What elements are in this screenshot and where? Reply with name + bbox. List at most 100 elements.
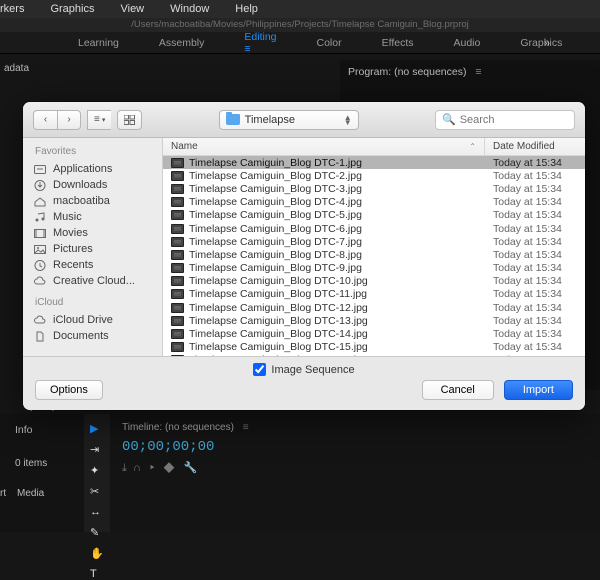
file-row[interactable]: Timelapse Camiguin_Blog DTC-4.jpgToday a… (163, 196, 585, 209)
slip-tool-icon[interactable]: ↔ (90, 506, 104, 518)
ripple-edit-tool-icon[interactable]: ✦ (90, 464, 104, 477)
type-tool-icon[interactable]: T (90, 568, 104, 580)
file-row[interactable]: Timelapse Camiguin_Blog DTC-15.jpgToday … (163, 341, 585, 354)
jpg-file-icon (171, 197, 184, 207)
workspace-tabs: Learning Assembly Editing ≡ Color Effects Aud… (0, 32, 600, 54)
sidebar-item[interactable]: Applications (23, 161, 162, 177)
sidebar-item[interactable]: Downloads (23, 177, 162, 193)
workspace-tab[interactable]: Graphics (520, 37, 562, 49)
jpg-file-icon (171, 171, 184, 181)
sidebar-item[interactable]: macboatiba (23, 193, 162, 209)
menubar-item[interactable]: View (120, 3, 144, 15)
snap-icon[interactable]: ∩ (133, 462, 141, 474)
file-name-label: Timelapse Camiguin_Blog DTC-8.jpg (189, 249, 362, 261)
file-date-label: Today at 15:34 (485, 183, 585, 195)
search-input[interactable] (460, 114, 568, 126)
panel-menu-icon[interactable]: ≡ (475, 66, 481, 78)
file-name-label: Timelapse Camiguin_Blog DTC-4.jpg (189, 196, 362, 208)
file-row[interactable]: Timelapse Camiguin_Blog DTC-14.jpgToday … (163, 327, 585, 340)
workspace-tab[interactable]: Editing ≡ (244, 31, 276, 55)
import-dialog: ‹ › ≡ ▾ Timelapse ▲▼ 🔍 Favorites Applica… (23, 102, 585, 410)
sidebar-item-label: Creative Cloud... (53, 275, 135, 287)
workspace-tab[interactable]: Audio (454, 37, 481, 49)
timeline-options-row: ⤓ ∩ ▸ ◆ 🔧 (122, 461, 588, 475)
workspace-tab[interactable]: Color (317, 37, 342, 49)
menubar-item[interactable]: Graphics (50, 3, 94, 15)
folder-path-popup[interactable]: Timelapse ▲▼ (219, 110, 359, 130)
file-date-label: Today at 15:34 (485, 209, 585, 221)
file-row[interactable]: Timelapse Camiguin_Blog DTC-10.jpgToday … (163, 275, 585, 288)
file-name-label: Timelapse Camiguin_Blog DTC-3.jpg (189, 183, 362, 195)
column-header-name-label: Name (171, 141, 198, 152)
sort-indicator-icon: ⌃ (469, 142, 476, 151)
selection-tool-icon[interactable]: ▶ (90, 422, 104, 435)
pen-tool-icon[interactable]: ✎ (90, 526, 104, 539)
file-row[interactable]: Timelapse Camiguin_Blog DTC-5.jpgToday a… (163, 209, 585, 222)
tools-panel: ▶ ⇥ ✦ ✂ ↔ ✎ ✋ T (84, 414, 110, 532)
sidebar-item[interactable]: Creative Cloud... (23, 273, 162, 289)
jpg-file-icon (171, 316, 184, 326)
workspace-tab[interactable]: Assembly (159, 37, 205, 49)
import-button[interactable]: Import (504, 380, 573, 400)
media-tab-label[interactable]: Media (17, 488, 44, 499)
image-sequence-option[interactable]: Image Sequence (23, 363, 585, 376)
menubar-item[interactable]: Window (170, 3, 209, 15)
razor-tool-icon[interactable]: ✂ (90, 485, 104, 498)
view-mode-list-button[interactable]: ≡ ▾ (87, 110, 111, 130)
file-row[interactable]: Timelapse Camiguin_Blog DTC-2.jpgToday a… (163, 169, 585, 182)
sidebar-item[interactable]: Documents (23, 328, 162, 344)
sidebar-item[interactable]: Music (23, 209, 162, 225)
timeline-timecode[interactable]: 00;00;00;00 (122, 439, 588, 455)
menubar-item[interactable]: rkers (0, 3, 24, 15)
column-header-date[interactable]: Date Modified (485, 138, 585, 155)
file-row[interactable]: Timelapse Camiguin_Blog DTC-7.jpgToday a… (163, 235, 585, 248)
track-select-tool-icon[interactable]: ⇥ (90, 443, 104, 456)
file-row[interactable]: Timelapse Camiguin_Blog DTC-9.jpgToday a… (163, 262, 585, 275)
file-row[interactable]: Timelapse Camiguin_Blog DTC-1.jpgToday a… (163, 156, 585, 169)
sidebar-item-label: iCloud Drive (53, 314, 113, 326)
workspace-tab[interactable]: Learning (78, 37, 119, 49)
jpg-file-icon (171, 289, 184, 299)
settings-icon[interactable]: 🔧 (184, 462, 198, 474)
insert-icon[interactable]: ⤓ (122, 462, 127, 474)
sidebar-item[interactable]: Movies (23, 225, 162, 241)
sidebar-item[interactable]: iCloud Drive (23, 312, 162, 328)
file-row[interactable]: Timelapse Camiguin_Blog DTC-8.jpgToday a… (163, 248, 585, 261)
file-row[interactable]: Timelapse Camiguin_Blog DTC-12.jpgToday … (163, 301, 585, 314)
file-row[interactable]: Timelapse Camiguin_Blog DTC-3.jpg Today a… (163, 182, 585, 195)
file-row[interactable]: Timelapse Camiguin_Blog DTC-13.jpgToday … (163, 314, 585, 327)
project-path: /Users/macboatiba/Movies/Philippines/Pro… (0, 18, 600, 32)
updown-icon: ▲▼ (344, 115, 352, 125)
file-name-label: Timelapse Camiguin_Blog DTC-12.jpg (189, 302, 368, 314)
sidebar-item[interactable]: Recents (23, 257, 162, 273)
menubar-item[interactable]: Help (235, 3, 258, 15)
search-icon: 🔍 (442, 113, 456, 126)
sidebar-item-label: Music (53, 211, 82, 223)
markers-icon[interactable]: ◆ (164, 462, 175, 474)
image-sequence-checkbox[interactable] (253, 363, 266, 376)
options-button[interactable]: Options (35, 380, 103, 400)
file-row[interactable]: Timelapse Camiguin_Blog DTC-11.jpgToday … (163, 288, 585, 301)
info-panel-label[interactable]: Info (15, 424, 33, 436)
dialog-toolbar: ‹ › ≡ ▾ Timelapse ▲▼ 🔍 (23, 102, 585, 138)
search-field[interactable]: 🔍 (435, 110, 575, 130)
nav-back-button[interactable]: ‹ (33, 110, 57, 130)
workspace-overflow-icon[interactable]: » (544, 37, 550, 49)
sidebar-item-label: macboatiba (53, 195, 110, 207)
file-row[interactable]: Timelapse Camiguin_Blog DTC-6.jpgToday a… (163, 222, 585, 235)
jpg-file-icon (171, 329, 184, 339)
column-header-name[interactable]: Name ⌃ (163, 138, 485, 155)
hand-tool-icon[interactable]: ✋ (90, 547, 104, 560)
file-name-label: Timelapse Camiguin_Blog DTC-15.jpg (189, 341, 368, 353)
cancel-button[interactable]: Cancel (422, 380, 494, 400)
panel-menu-icon[interactable]: ≡ (243, 422, 249, 433)
grid-icon (124, 115, 135, 125)
view-mode-grid-button[interactable] (117, 110, 142, 130)
nav-forward-button[interactable]: › (57, 110, 81, 130)
sidebar-item[interactable]: Pictures (23, 241, 162, 257)
jpg-file-icon (171, 276, 184, 286)
linked-selection-icon[interactable]: ▸ (150, 462, 154, 474)
image-sequence-label: Image Sequence (271, 364, 354, 376)
sidebar-item-label: Recents (53, 259, 93, 271)
workspace-tab[interactable]: Effects (382, 37, 414, 49)
